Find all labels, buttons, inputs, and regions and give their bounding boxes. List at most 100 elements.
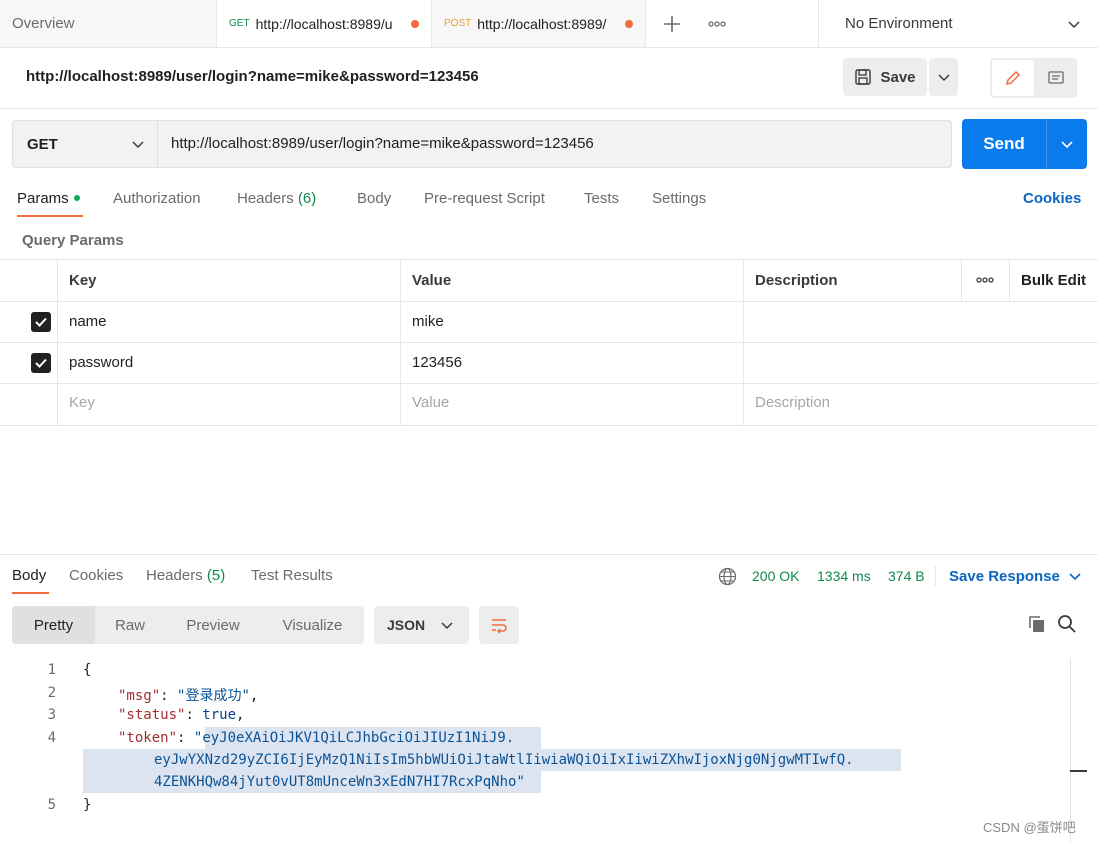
table-border: [0, 342, 1098, 343]
wrap-lines-icon: [492, 619, 507, 634]
json-key: "status": [118, 707, 186, 723]
tab-settings[interactable]: Settings: [652, 190, 706, 207]
response-tab-test-results[interactable]: Test Results: [251, 567, 333, 584]
params-active-dot-icon: [73, 195, 80, 201]
table-border: [0, 383, 1098, 384]
view-mode-preview[interactable]: Preview: [165, 606, 261, 644]
chevron-down-icon[interactable]: [1068, 569, 1082, 583]
query-params-title: Query Params: [22, 232, 124, 249]
more-tabs-icon[interactable]: [705, 12, 729, 36]
response-time[interactable]: 1334 ms: [817, 568, 871, 584]
code-line: }: [83, 797, 91, 813]
response-size[interactable]: 374 B: [888, 568, 925, 584]
tab-url: http://localhost:8989/: [477, 15, 607, 32]
response-status[interactable]: 200 OK: [752, 568, 799, 584]
line-number: 4: [47, 730, 56, 746]
line-number: 2: [47, 685, 56, 701]
save-button[interactable]: Save: [843, 58, 927, 96]
tab-get-request[interactable]: GET http://localhost:8989/u: [217, 0, 432, 47]
tab-bar: Overview GET http://localhost:8989/u POS…: [0, 0, 1098, 48]
divider: [935, 566, 936, 586]
scrollbar-marker: [1070, 770, 1087, 772]
table-border: [57, 259, 58, 426]
param-checkbox[interactable]: [31, 353, 51, 373]
view-mode-pretty[interactable]: Pretty: [12, 606, 95, 644]
new-param-description-input[interactable]: Description: [755, 394, 830, 411]
tab-headers-label: Headers: [237, 190, 294, 207]
chevron-down-icon: [132, 141, 144, 149]
column-header-description: Description: [755, 272, 838, 289]
line-number: 3: [47, 707, 56, 723]
cookies-link[interactable]: Cookies: [1023, 190, 1081, 207]
line-number: 1: [47, 662, 56, 678]
param-value[interactable]: 123456: [412, 354, 462, 371]
globe-icon[interactable]: [718, 567, 737, 586]
new-param-value-input[interactable]: Value: [412, 394, 449, 411]
send-options-button[interactable]: [1047, 119, 1087, 169]
more-options-icon[interactable]: [973, 268, 997, 292]
json-string: "登录成功": [177, 688, 250, 704]
send-button[interactable]: Send: [962, 119, 1046, 169]
response-tab-headers[interactable]: Headers (5): [146, 567, 225, 584]
search-icon[interactable]: [1057, 614, 1077, 634]
tab-post-request[interactable]: POST http://localhost:8989/: [432, 0, 646, 47]
view-mode-visualize[interactable]: Visualize: [261, 606, 364, 644]
tab-overview[interactable]: Overview: [0, 0, 217, 47]
param-value[interactable]: mike: [412, 313, 444, 330]
bulk-edit-button[interactable]: Bulk Edit: [1021, 272, 1086, 289]
code-line: "status": true,: [118, 707, 245, 723]
send-button-group: Send: [962, 119, 1087, 169]
unsaved-dot-icon: [625, 19, 633, 28]
tab-params[interactable]: Params: [17, 190, 80, 207]
checkmark-icon: [35, 358, 47, 368]
scrollbar-track[interactable]: [1070, 658, 1071, 842]
response-headers-count: (5): [206, 567, 226, 584]
chevron-down-icon: [1068, 21, 1080, 29]
param-key[interactable]: password: [69, 354, 133, 371]
format-label: JSON: [387, 617, 426, 633]
code-line: eyJwYXNzd29yZCI6IjEyMzQ1NiIsIm5hbWUiOiJt…: [154, 752, 854, 768]
url-input[interactable]: http://localhost:8989/user/login?name=mi…: [171, 135, 594, 152]
tab-method: POST: [444, 18, 472, 29]
save-response-label: Save Response: [949, 568, 1060, 585]
table-border: [961, 259, 962, 301]
tab-headers[interactable]: Headers (6): [237, 190, 316, 207]
table-border: [0, 425, 1098, 426]
save-options-button[interactable]: [929, 58, 958, 96]
tab-body[interactable]: Body: [357, 190, 391, 207]
new-tab-plus-icon[interactable]: [660, 12, 684, 36]
code-line: 4ZENKHQw84jYut0vUT8mUnceWn3xEdN7HI7RcxPq…: [154, 774, 525, 790]
environment-selector[interactable]: No Environment: [819, 0, 1098, 47]
tab-overview-label: Overview: [12, 15, 75, 32]
chevron-down-icon: [937, 74, 950, 82]
checkmark-icon: [35, 317, 47, 327]
view-toggle: [990, 58, 1077, 98]
edit-view-button[interactable]: [992, 60, 1034, 96]
view-mode-raw[interactable]: Raw: [95, 606, 165, 644]
tab-tests[interactable]: Tests: [584, 190, 619, 207]
save-response-button[interactable]: Save Response: [949, 568, 1060, 585]
format-select[interactable]: JSON: [374, 606, 469, 644]
chevron-down-icon: [441, 622, 453, 630]
table-border: [743, 259, 744, 426]
chevron-down-icon: [1061, 141, 1073, 149]
tab-pre-request-script[interactable]: Pre-request Script: [424, 190, 545, 207]
divider: [0, 554, 1098, 555]
method-select[interactable]: GET: [13, 121, 158, 167]
request-title: http://localhost:8989/user/login?name=mi…: [26, 68, 479, 85]
wrap-lines-button[interactable]: [479, 606, 519, 644]
table-border: [0, 259, 1098, 260]
response-tab-cookies[interactable]: Cookies: [69, 567, 123, 584]
param-key[interactable]: name: [69, 313, 107, 330]
param-checkbox[interactable]: [31, 312, 51, 332]
active-tab-indicator: [17, 215, 83, 217]
comments-button[interactable]: [1036, 60, 1076, 96]
response-tab-body[interactable]: Body: [12, 567, 46, 584]
tab-authorization[interactable]: Authorization: [113, 190, 201, 207]
watermark: CSDN @蛋饼吧: [983, 820, 1076, 835]
json-string: eyJ0eXAiOiJKV1QiLCJhbGciOiJIUzI1NiJ9.: [202, 730, 515, 746]
copy-icon[interactable]: [1027, 614, 1047, 634]
new-param-key-input[interactable]: Key: [69, 394, 95, 411]
code-line: "msg": "登录成功",: [118, 688, 259, 704]
pencil-icon: [1005, 70, 1021, 86]
